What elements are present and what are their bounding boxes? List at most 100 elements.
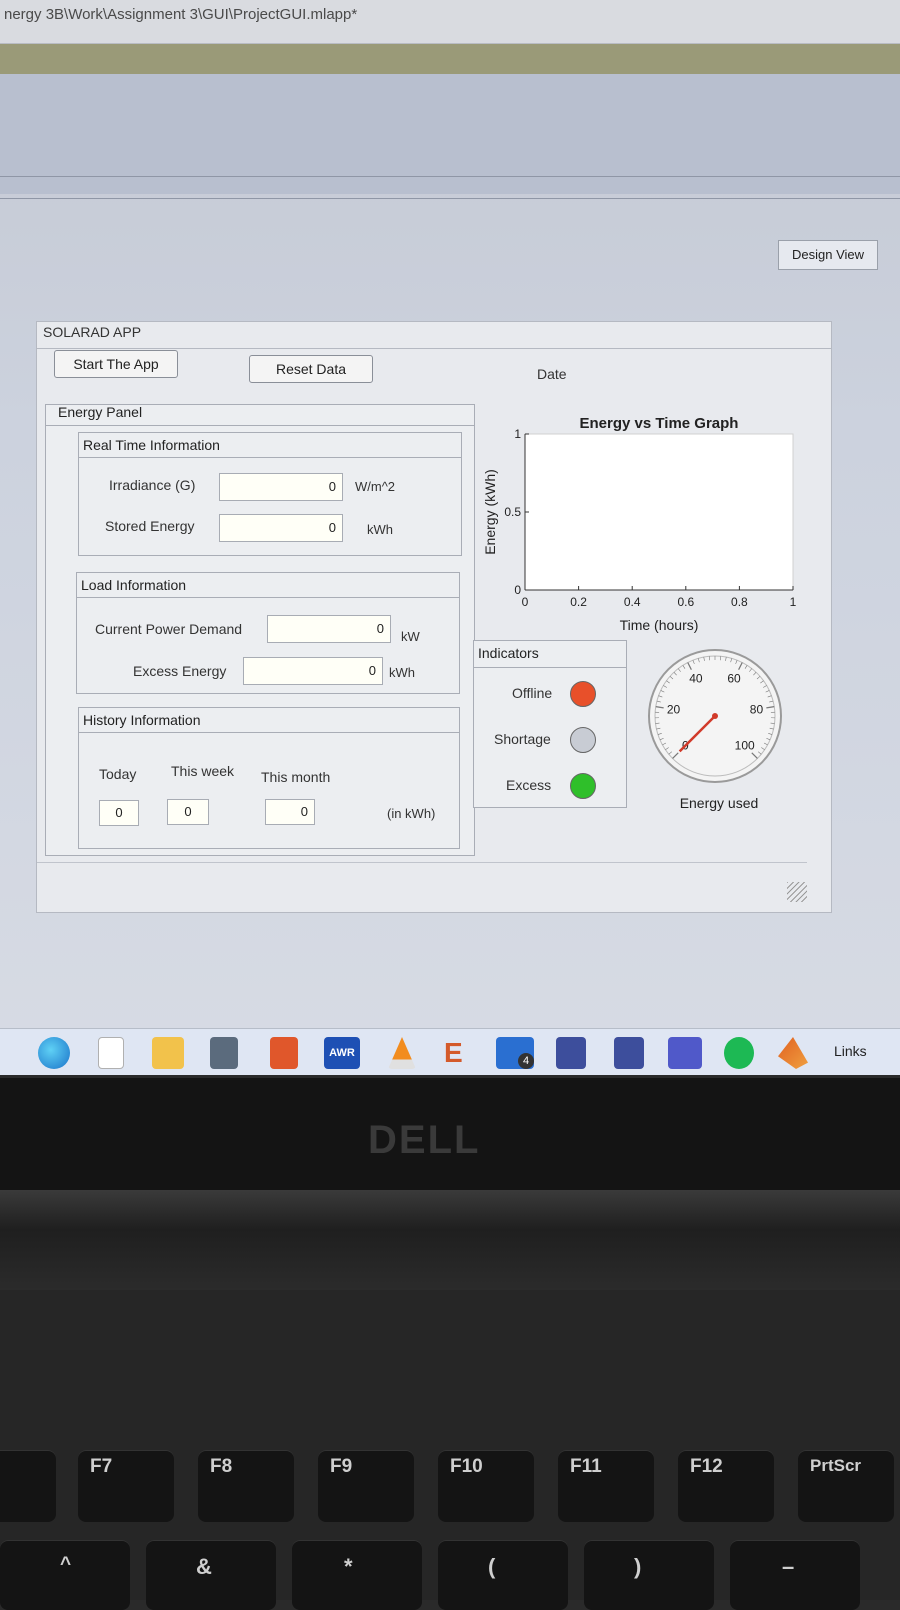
y-tick-label: 0.5 bbox=[504, 505, 521, 519]
mail-badge: 4 bbox=[518, 1053, 534, 1069]
key-f9[interactable]: F9 bbox=[318, 1450, 414, 1522]
x-tick-label: 0 bbox=[522, 595, 529, 609]
divider bbox=[79, 457, 461, 458]
teams-icon[interactable] bbox=[668, 1037, 702, 1069]
divider bbox=[0, 198, 900, 199]
notepad-icon[interactable] bbox=[98, 1037, 124, 1069]
y-tick-label: 1 bbox=[514, 427, 521, 441]
app-title: SOLARAD APP bbox=[43, 324, 141, 340]
power-demand-label: Current Power Demand bbox=[95, 621, 242, 637]
plot-area bbox=[525, 434, 793, 590]
stored-energy-label: Stored Energy bbox=[105, 518, 195, 534]
load-information-panel: Load Information Current Power Demand 0 … bbox=[76, 572, 460, 694]
divider bbox=[79, 732, 459, 733]
shortage-lamp bbox=[570, 727, 596, 753]
x-tick-label: 0.4 bbox=[624, 595, 641, 609]
today-label: Today bbox=[99, 766, 136, 782]
history-information-panel: History Information Today This week This… bbox=[78, 707, 460, 849]
energy-panel: Energy Panel Real Time Information Irrad… bbox=[45, 404, 475, 856]
window-titlebar: nergy 3B\Work\Assignment 3\GUI\ProjectGU… bbox=[0, 0, 900, 44]
laptop-hinge bbox=[0, 1190, 900, 1290]
key-prtscr[interactable]: PrtScr bbox=[798, 1450, 894, 1522]
shortage-label: Shortage bbox=[494, 731, 551, 747]
gauge-tick-label: 80 bbox=[750, 702, 764, 716]
design-view-button[interactable]: Design View bbox=[778, 240, 878, 270]
power-demand-field[interactable]: 0 bbox=[267, 615, 391, 643]
reset-data-button[interactable]: Reset Data bbox=[249, 355, 373, 383]
dell-logo: DELL bbox=[368, 1118, 488, 1162]
stored-energy-field[interactable]: 0 bbox=[219, 514, 343, 542]
load-information-title: Load Information bbox=[81, 577, 186, 593]
mail-icon[interactable]: 4 bbox=[496, 1037, 534, 1069]
this-month-field[interactable]: 0 bbox=[265, 799, 315, 825]
this-month-label: This month bbox=[261, 769, 330, 785]
taskbar: AWR E 4 Links bbox=[0, 1028, 900, 1075]
divider bbox=[37, 862, 807, 863]
calculator-icon[interactable] bbox=[210, 1037, 238, 1069]
power-demand-unit: kW bbox=[401, 629, 420, 644]
gauge-tick-label: 20 bbox=[667, 702, 681, 716]
spotify-icon[interactable] bbox=[724, 1037, 754, 1069]
key-f6[interactable] bbox=[0, 1450, 56, 1522]
chart-ylabel: Energy (kWh) bbox=[482, 469, 498, 555]
key-f10[interactable]: F10 bbox=[438, 1450, 534, 1522]
chart-title: Energy vs Time Graph bbox=[580, 415, 739, 432]
energy-used-gauge: 020406080100 Energy used bbox=[643, 644, 793, 814]
matlab-icon[interactable] bbox=[778, 1037, 808, 1069]
this-week-label: This week bbox=[171, 763, 234, 779]
app-e-icon[interactable]: E bbox=[444, 1037, 468, 1069]
vlc-icon[interactable] bbox=[388, 1037, 416, 1069]
stored-energy-unit: kWh bbox=[367, 522, 393, 537]
offline-lamp bbox=[570, 681, 596, 707]
energy-panel-title: Energy Panel bbox=[58, 404, 142, 420]
divider bbox=[474, 667, 626, 668]
x-tick-label: 0.6 bbox=[677, 595, 694, 609]
excess-lamp bbox=[570, 773, 596, 799]
irradiance-unit: W/m^2 bbox=[355, 479, 395, 494]
indicators-panel: Indicators Offline Shortage Excess bbox=[473, 640, 627, 808]
awr-icon[interactable]: AWR bbox=[324, 1037, 360, 1069]
key-f11[interactable]: F11 bbox=[558, 1450, 654, 1522]
energy-time-chart: Energy vs Time Graph Time (hours) Energy… bbox=[473, 402, 813, 642]
gauge-tick-label: 40 bbox=[689, 672, 703, 686]
file-explorer-icon[interactable] bbox=[152, 1037, 184, 1069]
real-time-title: Real Time Information bbox=[83, 437, 220, 453]
gauge-tick-label: 60 bbox=[727, 672, 741, 686]
today-field[interactable]: 0 bbox=[99, 800, 139, 826]
irradiance-label: Irradiance (G) bbox=[109, 477, 195, 493]
toolstrip-band bbox=[0, 44, 900, 74]
key-f8[interactable]: F8 bbox=[198, 1450, 294, 1522]
indicators-title: Indicators bbox=[478, 645, 539, 661]
irradiance-field[interactable]: 0 bbox=[219, 473, 343, 501]
window-title: nergy 3B\Work\Assignment 3\GUI\ProjectGU… bbox=[4, 6, 357, 23]
start-app-button[interactable]: Start The App bbox=[54, 350, 178, 378]
gauge-hub bbox=[712, 713, 718, 719]
excess-label: Excess bbox=[506, 777, 551, 793]
x-tick-label: 0.8 bbox=[731, 595, 748, 609]
excess-energy-field[interactable]: 0 bbox=[243, 657, 383, 685]
date-label: Date bbox=[537, 366, 567, 382]
office-icon[interactable] bbox=[270, 1037, 298, 1069]
this-week-field[interactable]: 0 bbox=[167, 799, 209, 825]
links-label[interactable]: Links bbox=[834, 1043, 867, 1059]
excess-energy-unit: kWh bbox=[389, 665, 415, 680]
key-f12[interactable]: F12 bbox=[678, 1450, 774, 1522]
key-f7[interactable]: F7 bbox=[78, 1450, 174, 1522]
gauge-tick-label: 100 bbox=[735, 739, 755, 753]
history-unit: (in kWh) bbox=[387, 806, 435, 821]
divider bbox=[77, 597, 459, 598]
gauge-label: Energy used bbox=[680, 795, 759, 811]
x-tick-label: 1 bbox=[790, 595, 797, 609]
resize-grip[interactable] bbox=[787, 882, 807, 902]
chart-xlabel: Time (hours) bbox=[620, 617, 699, 633]
divider bbox=[37, 348, 831, 349]
edge-icon[interactable] bbox=[38, 1037, 70, 1069]
history-information-title: History Information bbox=[83, 712, 200, 728]
offline-label: Offline bbox=[512, 685, 552, 701]
solarad-app-window: SOLARAD APP Start The App Reset Data Dat… bbox=[36, 321, 832, 913]
app-icon-2[interactable] bbox=[614, 1037, 644, 1069]
excess-energy-label: Excess Energy bbox=[133, 663, 226, 679]
app-icon-1[interactable] bbox=[556, 1037, 586, 1069]
real-time-panel: Real Time Information Irradiance (G) 0 W… bbox=[78, 432, 462, 556]
divider bbox=[0, 176, 900, 177]
